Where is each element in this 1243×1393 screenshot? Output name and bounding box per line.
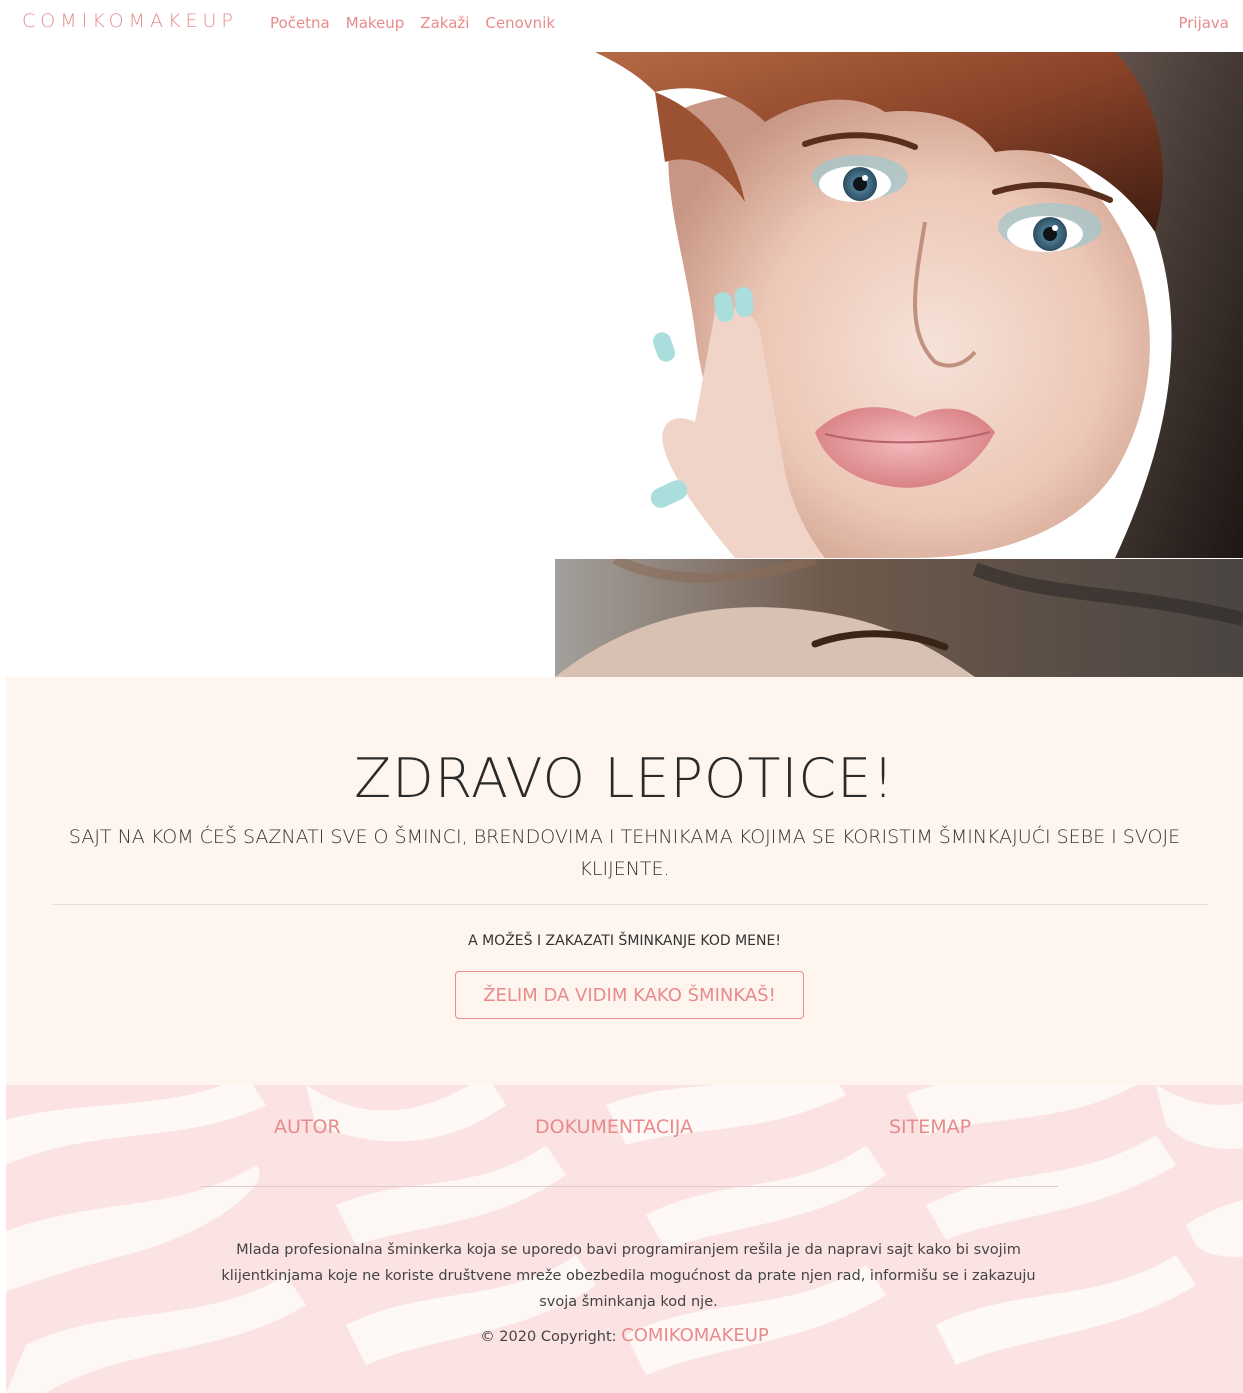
footer-link-dokumentacija[interactable]: DOKUMENTACIJA xyxy=(535,1116,693,1138)
hair-illustration xyxy=(555,559,1243,677)
brand-logo[interactable]: COMIKOMAKEUP xyxy=(22,10,238,32)
footer-link-sitemap[interactable]: SITEMAP xyxy=(889,1116,971,1138)
face-illustration xyxy=(555,52,1243,558)
navbar: COMIKOMAKEUP Početna Makeup Zakaži Cenov… xyxy=(0,0,1243,48)
login-link[interactable]: Prijava xyxy=(1178,14,1229,32)
nav-link-pocetna[interactable]: Početna xyxy=(270,14,330,32)
footer: AUTOR DOKUMENTACIJA SITEMAP Mlada profes… xyxy=(6,1085,1243,1393)
welcome-title: ZDRAVO LEPOTICE! xyxy=(354,747,895,810)
footer-content: AUTOR DOKUMENTACIJA SITEMAP Mlada profes… xyxy=(6,1085,1243,1393)
footer-divider xyxy=(201,1186,1058,1187)
welcome-section: ZDRAVO LEPOTICE! SAJT NA KOM ĆEŠ SAZNATI… xyxy=(6,677,1243,1085)
booking-note: A MOŽEŠ I ZAKAZATI ŠMINKANJE KOD MENE! xyxy=(468,933,781,949)
copyright-text: © 2020 Copyright: xyxy=(480,1329,617,1345)
hero-photo xyxy=(555,52,1243,558)
hero-section xyxy=(0,52,1243,677)
nav-link-makeup[interactable]: Makeup xyxy=(346,14,405,32)
nav-links: Početna Makeup Zakaži Cenovnik xyxy=(270,14,555,32)
divider xyxy=(52,904,1208,905)
nav-link-zakazi[interactable]: Zakaži xyxy=(420,14,469,32)
see-makeup-button[interactable]: ŽELIM DA VIDIM KAKO ŠMINKAŠ! xyxy=(455,971,804,1019)
welcome-subtitle: SAJT NA KOM ĆEŠ SAZNATI SVE O ŠMINCI, BR… xyxy=(68,826,1181,880)
copyright-brand-link[interactable]: COMIKOMAKEUP xyxy=(621,1325,769,1346)
copyright: © 2020 Copyright: COMIKOMAKEUP xyxy=(6,1325,1243,1346)
nav-link-cenovnik[interactable]: Cenovnik xyxy=(485,14,555,32)
footer-description: Mlada profesionalna šminkerka koja se up… xyxy=(221,1242,1036,1310)
footer-link-autor[interactable]: AUTOR xyxy=(274,1116,341,1138)
hero-photo-secondary xyxy=(555,559,1243,677)
